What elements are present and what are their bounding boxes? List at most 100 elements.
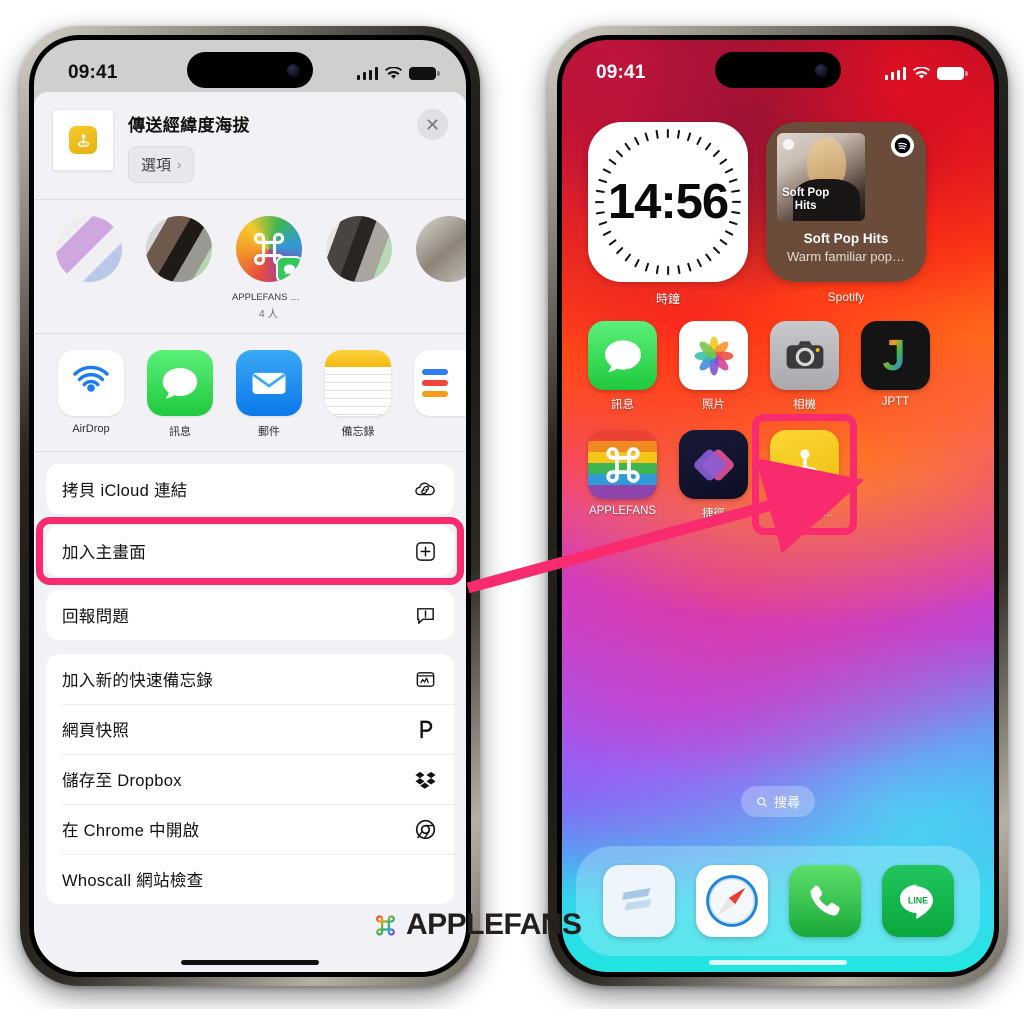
watermark-text: APPLEFANS [406,908,582,941]
battery-icon [937,66,968,80]
clock-tick [686,262,692,272]
spotify-track-title: Soft Pop Hits [803,231,889,246]
messages-badge-icon [275,256,302,282]
shimo-icon[interactable] [602,865,675,937]
clock-tick [676,129,681,139]
action-label: 網頁快照 [62,722,130,740]
status-time: 09:41 [596,62,646,83]
home-app-messages[interactable]: 訊息 [588,321,657,412]
phone-icon[interactable] [788,865,861,937]
clock-tick [696,258,703,268]
share-apps-row: AirDrop 訊息 郵件 備忘錄 [34,334,466,452]
clock-tick [644,262,650,272]
home-indicator [181,960,319,965]
right-phone-bezel: 09:41 14:56 時鐘 Soft Pop Hits Soft Pop Hi… [557,35,999,977]
left-phone-frame: 09:41 傳送經緯度海拔 選項 › ✕ APPLEFANS 蘋… 4 人 Ai… [20,26,480,986]
clock-tick [731,189,741,194]
notes-icon [325,350,391,416]
photos-icon [679,321,748,390]
contacts-row: APPLEFANS 蘋… 4 人 [34,200,466,334]
home-app-label: 相機 [793,399,816,411]
home-app-label: 捷徑 [702,508,725,520]
clock-time: 14:56 [607,175,729,229]
home-screen: 14:56 時鐘 Soft Pop Hits Soft Pop Hits War… [562,40,994,972]
safari-icon[interactable] [695,865,768,937]
line-icon[interactable]: LINE [881,865,954,937]
home-app-applefans[interactable]: APPLEFANS [588,430,657,521]
clock-tick [724,167,734,174]
clock-tick [666,266,670,275]
clock-tick [633,258,640,268]
avatar [145,216,212,282]
action-row-report-issue[interactable]: 回報問題 [46,590,454,640]
battery-icon [409,66,440,80]
share-sheet: 傳送經緯度海拔 選項 › ✕ APPLEFANS 蘋… 4 人 AirDrop … [34,92,466,972]
command-logo-icon [376,914,395,936]
options-button[interactable]: 選項 › [128,146,195,183]
wifi-icon [913,66,930,79]
action-row-web-snapshot[interactable]: 網頁快照 [46,704,454,754]
home-app-photos[interactable]: 照片 [679,321,748,412]
shortcut-location-icon [770,430,839,499]
clock-tick [615,246,624,255]
share-app-notes[interactable]: 備忘錄 [325,350,391,439]
action-row-copy-icloud-link[interactable]: 拷貝 iCloud 連結 [46,464,454,514]
share-app-mail[interactable]: 郵件 [236,350,302,439]
widget-label: 時鐘 [655,292,680,306]
avatar [55,216,122,282]
front-camera-icon [287,63,300,77]
home-app-label: 傳送經緯度海拔 [770,507,839,519]
clock-tick [595,189,605,194]
contact-item-applefans[interactable]: APPLEFANS 蘋… 4 人 [232,216,305,321]
action-row-whoscall[interactable]: Whoscall 網站檢查 [46,854,454,904]
contact-member-count: 4 人 [258,308,279,320]
contact-item[interactable] [322,216,395,321]
widget-clock[interactable]: 14:56 時鐘 [588,122,748,307]
search-pill[interactable]: 搜尋 [740,786,816,817]
share-app-messages[interactable]: 訊息 [147,350,213,439]
action-row-open-in-chrome[interactable]: 在 Chrome 中開啟 [46,804,454,854]
contact-item[interactable] [412,216,466,321]
home-app-row-2: APPLEFANS 捷徑 傳送經緯度海拔 [562,412,994,535]
status-indicators [884,66,968,80]
widget-spotify[interactable]: Soft Pop Hits Soft Pop Hits Warm familiar… [766,122,926,307]
home-app-location-shortcut[interactable]: 傳送經緯度海拔 [752,414,857,535]
close-button[interactable]: ✕ [417,109,448,140]
right-phone-frame: 09:41 14:56 時鐘 Soft Pop Hits Soft Pop Hi… [548,26,1008,986]
plus-square-icon [412,538,438,564]
action-row-quick-note[interactable]: 加入新的快速備忘錄 [46,654,454,704]
share-app-label: 訊息 [169,426,191,438]
widget-label: Spotify [827,290,865,304]
share-sheet-header: 傳送經緯度海拔 選項 › ✕ [34,92,466,200]
home-app-camera[interactable]: 相機 [770,321,839,412]
action-label: 回報問題 [62,608,130,626]
home-app-shortcuts[interactable]: 捷徑 [679,430,748,521]
action-label: 拷貝 iCloud 連結 [62,482,188,500]
status-time: 09:41 [68,62,118,83]
share-app-airdrop[interactable]: AirDrop [58,350,124,439]
home-app-label: JPTT [881,396,910,408]
clock-tick [655,265,660,275]
share-app-reminders[interactable] [414,350,466,439]
clock-tick [615,149,624,158]
contact-item[interactable] [142,216,215,321]
action-label: 儲存至 Dropbox [62,772,182,790]
home-app-row-1: 訊息 照片 相機 JPTT [562,307,994,412]
clock-tick [728,178,738,184]
action-row-save-to-dropbox[interactable]: 儲存至 Dropbox [46,754,454,804]
chevron-right-icon: › [177,157,182,172]
home-app-label: 訊息 [611,399,634,411]
action-row-add-to-home-screen[interactable]: 加入主畫面 [46,526,454,576]
cellular-bars-icon [884,66,906,80]
dropbox-icon [412,766,438,792]
clock-tick [595,200,604,204]
contact-item[interactable] [52,216,125,321]
spotify-logo-icon [891,134,914,157]
home-app-jptt[interactable]: JPTT [861,321,930,412]
clock-tick [731,210,741,215]
contact-name: APPLEFANS 蘋… [232,292,305,303]
clock-tick [712,149,721,158]
action-group-2: 回報問題 [46,590,454,640]
artwork-title: Soft Pop Hits [782,187,830,213]
clock-tick [728,220,738,226]
